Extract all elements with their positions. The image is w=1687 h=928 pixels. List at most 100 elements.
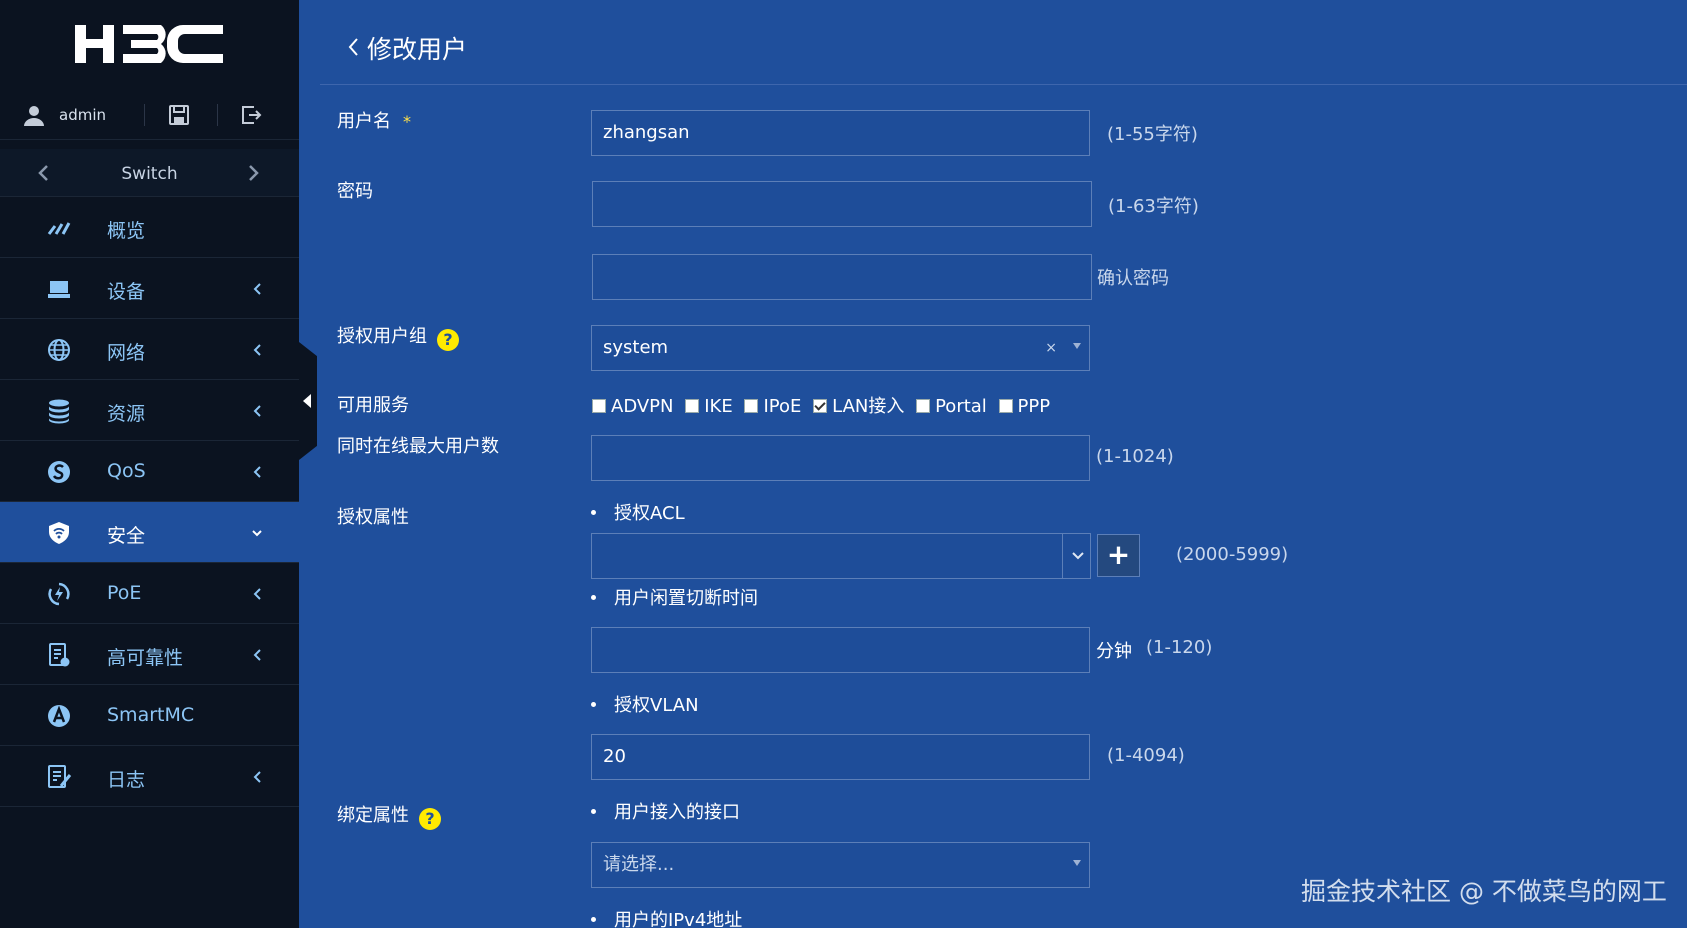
password-input[interactable]: [592, 181, 1092, 227]
vlan-input[interactable]: 20: [591, 734, 1090, 780]
shield-icon: [49, 522, 69, 544]
sidebar: admin Switch 概览 设备 网络 资源 QoS 安全 PoE 高可靠性…: [0, 0, 299, 928]
max-online-input[interactable]: [591, 435, 1090, 481]
user-group-label: 授权用户组?: [337, 322, 459, 351]
max-online-hint: (1-1024): [1096, 446, 1174, 467]
menu-item-overview[interactable]: 概览: [0, 197, 299, 258]
menu-item-device[interactable]: 设备: [0, 258, 299, 319]
menu-item-qos[interactable]: QoS: [0, 441, 299, 502]
vlan-hint: (1-4094): [1107, 745, 1185, 766]
database-icon: [49, 399, 69, 424]
chevron-left-icon: [253, 283, 261, 295]
device-icon: [48, 281, 70, 298]
acl-combobox[interactable]: [591, 533, 1091, 579]
required-mark: *: [403, 112, 411, 131]
checkbox-label: IKE: [704, 396, 733, 417]
service-ike-checkbox[interactable]: IKE: [685, 396, 736, 417]
smartmc-icon: [48, 705, 70, 727]
vlan-bullet-label: 授权VLAN: [591, 691, 699, 717]
page-title: 修改用户: [367, 35, 468, 64]
interface-bullet-label: 用户接入的接口: [591, 798, 740, 824]
help-icon[interactable]: ?: [419, 808, 441, 830]
reliability-icon: [49, 643, 70, 667]
checkbox-label: PPP: [1017, 396, 1051, 417]
chevron-left-icon: [253, 649, 261, 661]
menu-item-log[interactable]: 日志: [0, 746, 299, 807]
checkbox-label: LAN接入: [832, 396, 905, 417]
acl-bullet-label: 授权ACL: [591, 499, 685, 525]
idle-timeout-bullet-label: 用户闲置切断时间: [591, 584, 758, 610]
chevron-left-icon: [253, 588, 261, 600]
user-bar: admin: [0, 92, 299, 140]
chevron-down-icon: [252, 530, 262, 537]
logout-icon[interactable]: [240, 104, 262, 126]
max-online-label: 同时在线最大用户数: [337, 436, 499, 457]
user-icon: [24, 106, 44, 126]
checkbox[interactable]: [916, 399, 931, 413]
nav-menu: 概览 设备 网络 资源 QoS 安全 PoE 高可靠性 SmartMC 日志: [0, 197, 299, 807]
user-group-value: system: [603, 337, 669, 358]
menu-label: 设备: [107, 281, 146, 303]
checkbox[interactable]: [998, 399, 1013, 413]
clear-icon[interactable]: ×: [1045, 326, 1057, 370]
h3c-logo: [0, 22, 299, 70]
menu-label: QoS: [107, 460, 146, 482]
divider: [320, 84, 1687, 85]
username-input[interactable]: zhangsan: [591, 110, 1090, 156]
confirm-password-input[interactable]: [592, 254, 1092, 300]
chevron-left-icon: [253, 466, 261, 478]
checkbox-checked[interactable]: [813, 399, 828, 413]
menu-item-security[interactable]: 安全: [0, 502, 299, 563]
chevron-left-icon: [253, 344, 261, 356]
checkbox[interactable]: [685, 399, 700, 413]
service-ipoe-checkbox[interactable]: IPoE: [744, 396, 804, 417]
gauge-icon: [47, 222, 71, 235]
switch-bar: Switch: [0, 149, 299, 197]
checkbox[interactable]: [592, 399, 606, 413]
user-group-label-text: 授权用户组: [337, 326, 427, 347]
globe-icon: [48, 339, 70, 361]
menu-item-poe[interactable]: PoE: [0, 563, 299, 624]
user-group-select[interactable]: system ×: [591, 325, 1090, 371]
acl-dropdown-button[interactable]: [1062, 534, 1091, 578]
menu-label: 资源: [107, 403, 146, 425]
chevron-right-icon[interactable]: [243, 162, 263, 184]
idle-timeout-unit: 分钟: [1096, 641, 1132, 662]
username-label-text: 用户名: [337, 111, 391, 132]
idle-timeout-input[interactable]: [591, 627, 1090, 673]
acl-hint: (2000-5999): [1176, 544, 1289, 565]
checkbox-label: IPoE: [763, 396, 802, 417]
username-label: 用户名 *: [337, 107, 411, 133]
checkbox[interactable]: [744, 399, 759, 413]
save-icon[interactable]: [168, 104, 190, 126]
username-hint: (1-55字符): [1107, 124, 1198, 145]
auth-attrs-label: 授权属性: [337, 507, 409, 528]
password-label: 密码: [337, 181, 373, 202]
add-acl-button[interactable]: +: [1097, 534, 1140, 577]
service-portal-checkbox[interactable]: Portal: [916, 396, 990, 417]
ipv4-bullet-label: 用户的IPv4地址: [591, 906, 742, 928]
service-lan-checkbox[interactable]: LAN接入: [813, 392, 907, 418]
interface-select[interactable]: 请选择...: [591, 842, 1090, 888]
chevron-left-icon: [253, 771, 261, 783]
menu-label: 安全: [107, 525, 146, 547]
help-icon[interactable]: ?: [437, 329, 459, 351]
service-advpn-checkbox[interactable]: ADVPN: [592, 396, 677, 417]
password-hint: (1-63字符): [1108, 196, 1199, 217]
menu-item-reliability[interactable]: 高可靠性: [0, 624, 299, 685]
back-icon[interactable]: [346, 36, 360, 58]
menu-item-resources[interactable]: 资源: [0, 380, 299, 441]
service-ppp-checkbox[interactable]: PPP: [998, 396, 1054, 417]
caret-down-icon: [1073, 860, 1081, 866]
idle-timeout-hint: (1-120): [1146, 637, 1213, 658]
sidebar-collapse-toggle[interactable]: [299, 342, 317, 460]
watermark: 掘金技术社区 @ 不做菜鸟的网工: [1301, 877, 1667, 906]
menu-item-smartmc[interactable]: SmartMC: [0, 685, 299, 746]
menu-label: 网络: [107, 342, 146, 364]
menu-label: PoE: [107, 582, 142, 604]
caret-left-icon: [303, 394, 311, 408]
services-label: 可用服务: [337, 395, 409, 416]
divider: [144, 104, 145, 126]
caret-down-icon: [1073, 343, 1081, 349]
menu-item-network[interactable]: 网络: [0, 319, 299, 380]
